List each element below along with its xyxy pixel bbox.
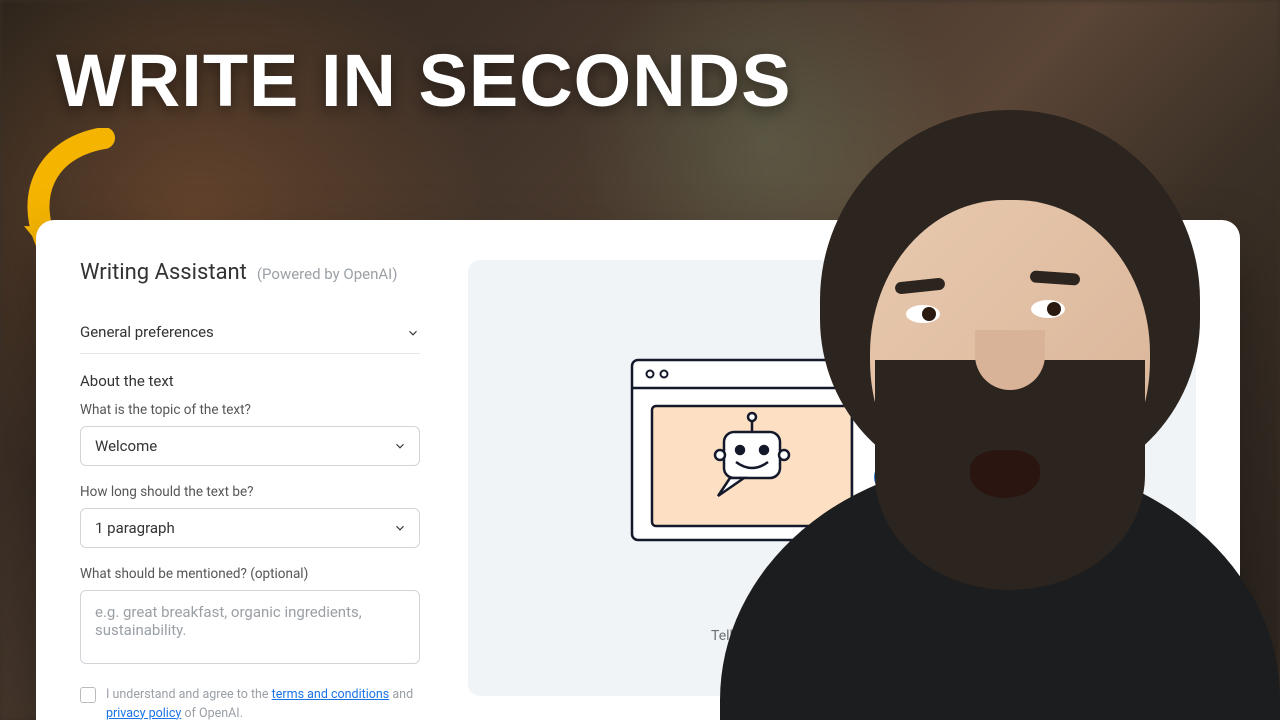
chevron-down-icon bbox=[393, 521, 407, 535]
privacy-link[interactable]: privacy policy bbox=[106, 706, 181, 720]
chevron-down-icon bbox=[393, 439, 407, 453]
mentions-input[interactable] bbox=[80, 590, 420, 664]
consent-mid: and bbox=[389, 687, 413, 702]
mentions-label: What should be mentioned? (optional) bbox=[80, 566, 420, 582]
topic-select[interactable]: Welcome bbox=[80, 426, 420, 466]
presenter-photo bbox=[680, 0, 1280, 720]
consent-row: I understand and agree to the terms and … bbox=[80, 686, 420, 720]
consent-prefix: I understand and agree to the bbox=[106, 687, 272, 702]
consent-suffix: of OpenAI. bbox=[181, 706, 243, 720]
panel-title: Writing Assistant bbox=[80, 260, 247, 285]
length-select[interactable]: 1 paragraph bbox=[80, 508, 420, 548]
general-preferences-toggle[interactable]: General preferences bbox=[80, 311, 420, 354]
panel-subtitle: (Powered by OpenAI) bbox=[257, 265, 398, 283]
topic-label: What is the topic of the text? bbox=[80, 402, 420, 418]
consent-text: I understand and agree to the terms and … bbox=[106, 686, 420, 720]
chevron-down-icon bbox=[406, 325, 420, 339]
terms-link[interactable]: terms and conditions bbox=[272, 687, 390, 702]
length-label: How long should the text be? bbox=[80, 484, 420, 500]
about-text-heading: About the text bbox=[80, 372, 420, 390]
general-preferences-label: General preferences bbox=[80, 323, 214, 341]
consent-checkbox[interactable] bbox=[80, 687, 96, 703]
length-value: 1 paragraph bbox=[95, 519, 175, 537]
form-panel: Writing Assistant (Powered by OpenAI) Ge… bbox=[80, 260, 420, 696]
topic-value: Welcome bbox=[95, 437, 157, 455]
